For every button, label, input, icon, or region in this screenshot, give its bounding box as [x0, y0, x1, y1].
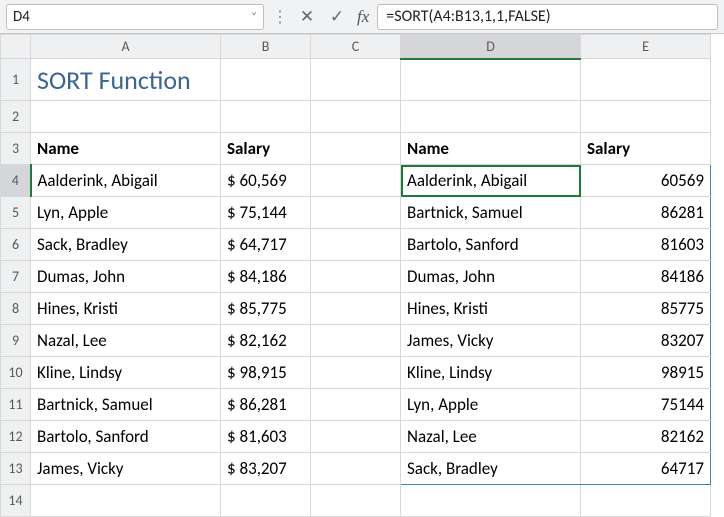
cell-A12[interactable]: Bartolo, Sanford	[31, 421, 220, 452]
cell-A6[interactable]: Sack, Bradley	[31, 229, 220, 260]
row-header-1[interactable]: 1	[1, 59, 31, 101]
row-header-6[interactable]: 6	[1, 229, 31, 261]
row-header-5[interactable]: 5	[1, 197, 31, 229]
fx-icon[interactable]: fx	[355, 7, 371, 27]
cell-B12[interactable]: $ 81,603	[221, 421, 310, 452]
cell-E11[interactable]: 75144	[581, 389, 710, 420]
formula-bar: D4 ˅ ⋮ ✕ ✓ fx =SORT(A4:B13,1,1,FALSE)	[0, 0, 724, 34]
drag-handle-icon[interactable]: ⋮	[270, 7, 289, 27]
row-header-13[interactable]: 13	[1, 453, 31, 485]
row-header-3[interactable]: 3	[1, 133, 31, 165]
cell-B4[interactable]: $ 60,569	[221, 165, 310, 196]
confirm-icon[interactable]: ✓	[325, 6, 349, 28]
cell-E7[interactable]: 84186	[581, 261, 710, 292]
formula-text: =SORT(A4:B13,1,1,FALSE)	[386, 7, 550, 26]
cell-B7[interactable]: $ 84,186	[221, 261, 310, 292]
row-header-2[interactable]: 2	[1, 101, 31, 133]
formula-input[interactable]: =SORT(A4:B13,1,1,FALSE)	[377, 4, 718, 30]
cell-D4[interactable]: Aalderink, Abigail	[401, 165, 580, 196]
cell-A8[interactable]: Hines, Kristi	[31, 293, 220, 324]
cell-D13[interactable]: Sack, Bradley	[401, 453, 580, 484]
spreadsheet-grid[interactable]: A B C D E 1 SORT Function 2 3 Name Salar…	[0, 34, 711, 517]
row-header-4[interactable]: 4	[1, 165, 31, 197]
cell-A5[interactable]: Lyn, Apple	[31, 197, 220, 228]
name-box-value: D4	[13, 8, 30, 26]
cell-A9[interactable]: Nazal, Lee	[31, 325, 220, 356]
cell-D10[interactable]: Kline, Lindsy	[401, 357, 580, 388]
cell-B9[interactable]: $ 82,162	[221, 325, 310, 356]
row-header-12[interactable]: 12	[1, 421, 31, 453]
row-header-11[interactable]: 11	[1, 389, 31, 421]
cell-D12[interactable]: Nazal, Lee	[401, 421, 580, 452]
row-header-14[interactable]: 14	[1, 485, 31, 517]
cell-E13[interactable]: 64717	[581, 453, 710, 484]
cell-D7[interactable]: Dumas, John	[401, 261, 580, 292]
cell-D8[interactable]: Hines, Kristi	[401, 293, 580, 324]
col-header-A[interactable]: A	[31, 35, 221, 59]
cell-B13[interactable]: $ 83,207	[221, 453, 310, 484]
cell-D5[interactable]: Bartnick, Samuel	[401, 197, 580, 228]
cell-E10[interactable]: 98915	[581, 357, 710, 388]
cell-B10[interactable]: $ 98,915	[221, 357, 310, 388]
cell-A11[interactable]: Bartnick, Samuel	[31, 389, 220, 420]
cell-A4[interactable]: Aalderink, Abigail	[32, 165, 221, 196]
row-header-10[interactable]: 10	[1, 357, 31, 389]
cancel-icon[interactable]: ✕	[295, 6, 319, 28]
col-header-D[interactable]: D	[401, 35, 581, 59]
col-header-B[interactable]: B	[221, 35, 311, 59]
header-salary-right: Salary	[581, 133, 710, 164]
chevron-down-icon[interactable]: ˅	[251, 10, 257, 23]
cell-E8[interactable]: 85775	[581, 293, 710, 324]
cell-D6[interactable]: Bartolo, Sanford	[401, 229, 580, 260]
cell-E12[interactable]: 82162	[581, 421, 710, 452]
name-box[interactable]: D4 ˅	[6, 4, 264, 30]
col-header-C[interactable]: C	[311, 35, 401, 59]
header-name-left: Name	[31, 133, 220, 164]
cell-B8[interactable]: $ 85,775	[221, 293, 310, 324]
header-name-right: Name	[401, 133, 580, 164]
row-header-7[interactable]: 7	[1, 261, 31, 293]
cell-D9[interactable]: James, Vicky	[401, 325, 580, 356]
cell-A7[interactable]: Dumas, John	[31, 261, 220, 292]
cell-E4[interactable]: 60569	[581, 165, 710, 196]
col-header-E[interactable]: E	[581, 35, 711, 59]
cell-A10[interactable]: Kline, Lindsy	[31, 357, 220, 388]
select-all-corner[interactable]	[1, 35, 31, 59]
cell-E6[interactable]: 81603	[581, 229, 710, 260]
cell-E9[interactable]: 83207	[581, 325, 710, 356]
cell-B6[interactable]: $ 64,717	[221, 229, 310, 260]
cell-E5[interactable]: 86281	[581, 197, 710, 228]
row-header-8[interactable]: 8	[1, 293, 31, 325]
page-title: SORT Function	[31, 59, 220, 100]
cell-B11[interactable]: $ 86,281	[221, 389, 310, 420]
header-salary-left: Salary	[221, 133, 310, 164]
row-header-9[interactable]: 9	[1, 325, 31, 357]
cell-A13[interactable]: James, Vicky	[31, 453, 220, 484]
cell-B5[interactable]: $ 75,144	[221, 197, 310, 228]
cell-D11[interactable]: Lyn, Apple	[401, 389, 580, 420]
